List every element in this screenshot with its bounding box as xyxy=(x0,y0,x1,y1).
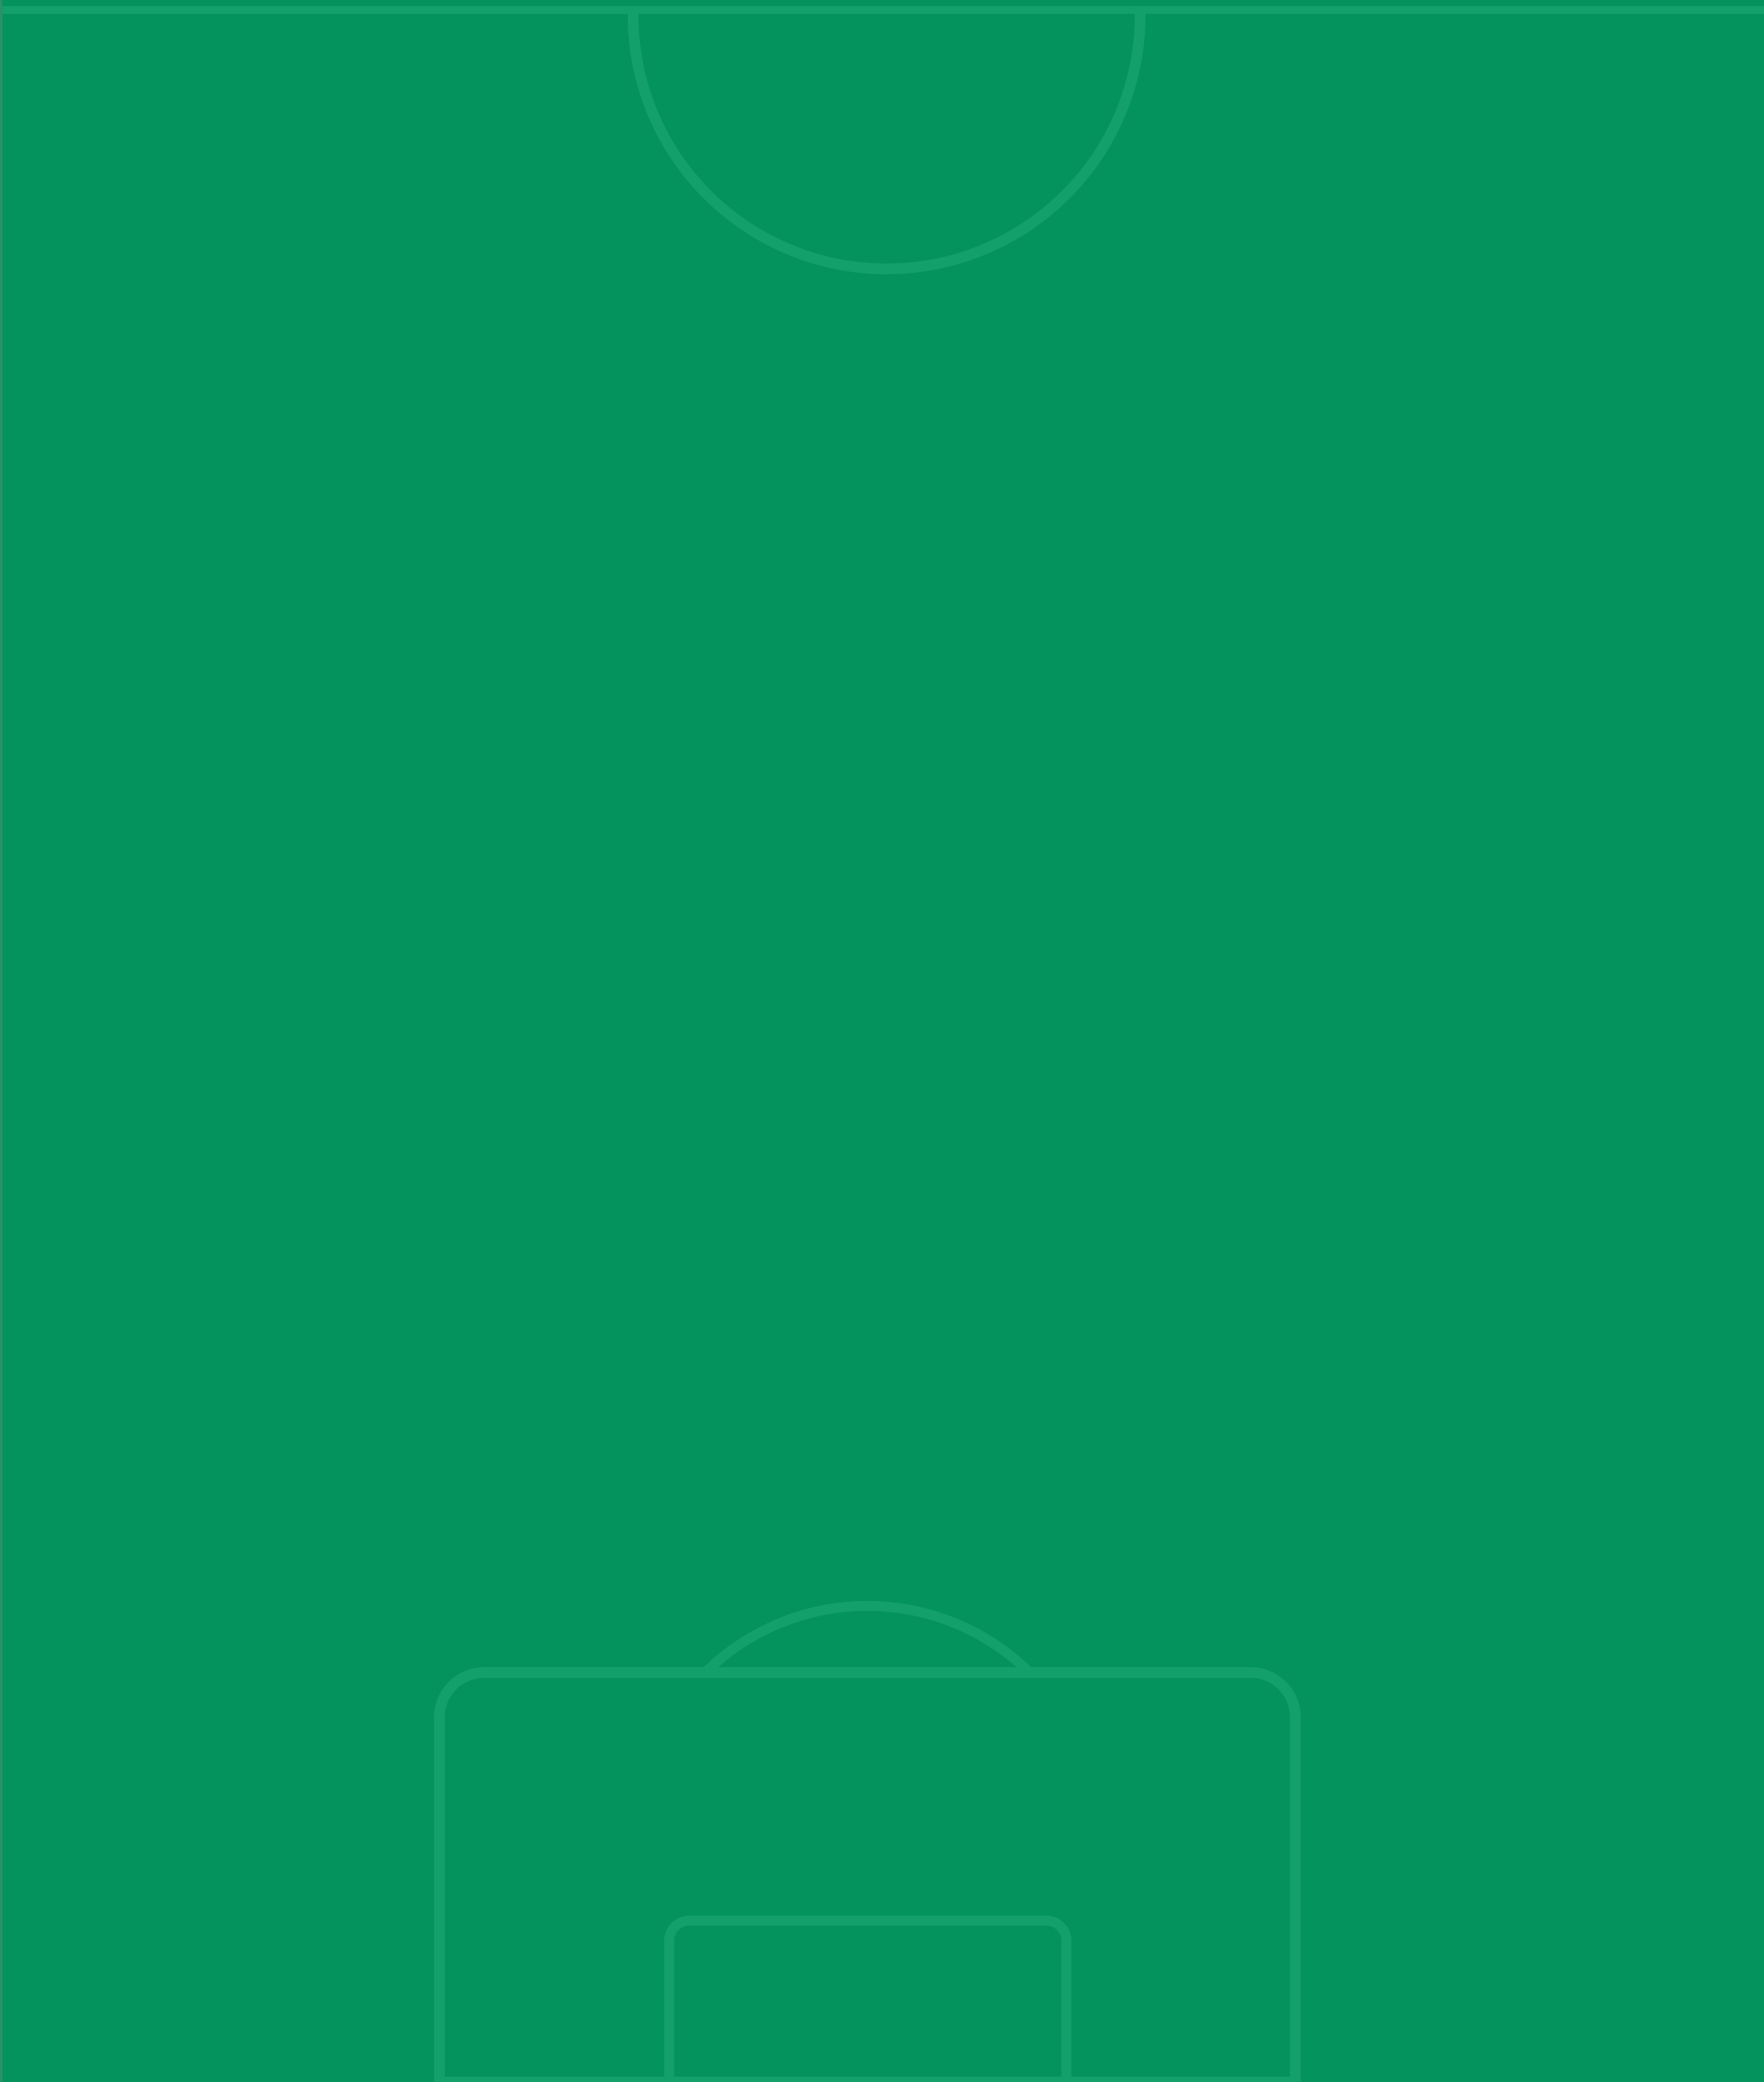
halfway-line xyxy=(2,6,1764,14)
goal-line xyxy=(439,2077,1295,2082)
pitch-grass xyxy=(0,0,1764,2082)
pitch-drawing xyxy=(0,0,1764,2082)
football-pitch xyxy=(0,0,1764,2082)
pitch-left-edge xyxy=(0,0,2,2082)
